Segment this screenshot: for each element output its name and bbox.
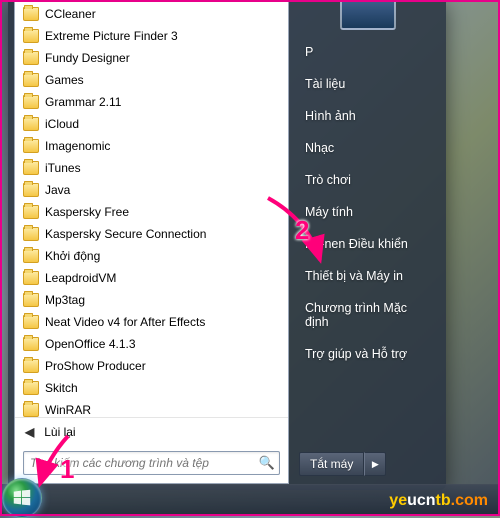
folder-icon xyxy=(23,315,39,329)
folder-icon xyxy=(23,73,39,87)
folder-icon xyxy=(23,7,39,21)
start-menu-right-pane: PTài liệuHình ảnhNhạcTrò chơiMáy tínhPa-… xyxy=(289,0,446,490)
folder-icon xyxy=(23,95,39,109)
program-folder-label: Extreme Picture Finder 3 xyxy=(45,29,178,43)
program-folder-item[interactable]: LeapdroidVM xyxy=(15,267,288,289)
folder-icon xyxy=(23,29,39,43)
program-folder-label: Games xyxy=(45,73,84,87)
program-folder-label: Java xyxy=(45,183,70,197)
right-pane-link[interactable]: Trò chơi xyxy=(295,164,440,196)
program-folder-item[interactable]: Extreme Picture Finder 3 xyxy=(15,25,288,47)
program-folder-item[interactable]: iCloud xyxy=(15,113,288,135)
right-pane-link[interactable]: Chương trình Mặc định xyxy=(295,292,440,338)
folder-icon xyxy=(23,293,39,307)
folder-icon xyxy=(23,117,39,131)
program-folder-label: Khởi động xyxy=(45,249,100,263)
program-folder-label: Mp3tag xyxy=(45,293,85,307)
folder-icon xyxy=(23,51,39,65)
search-input[interactable] xyxy=(30,456,259,470)
right-pane-link[interactable]: Tài liệu xyxy=(295,68,440,100)
watermark: yeucntb.com xyxy=(389,492,488,510)
right-pane-link[interactable]: Nhạc xyxy=(295,132,440,164)
program-folder-label: iCloud xyxy=(45,117,79,131)
back-button[interactable]: ◀ Lùi lại xyxy=(15,417,288,445)
right-pane-link[interactable]: Thiết bị và Máy in xyxy=(295,260,440,292)
folder-icon xyxy=(23,359,39,373)
shutdown-row: Tắt máy ▶ xyxy=(289,444,446,486)
program-folder-item[interactable]: iTunes xyxy=(15,157,288,179)
program-folder-item[interactable]: Games xyxy=(15,69,288,91)
folder-icon xyxy=(23,161,39,175)
program-folder-label: Grammar 2.11 xyxy=(45,95,121,109)
folder-icon xyxy=(23,271,39,285)
program-folder-item[interactable]: WinRAR xyxy=(15,399,288,417)
program-folder-label: CCleaner xyxy=(45,7,96,21)
program-folder-item[interactable]: Kaspersky Free xyxy=(15,201,288,223)
right-pane-link[interactable]: Hình ảnh xyxy=(295,100,440,132)
back-arrow-icon: ◀ xyxy=(25,425,34,439)
program-folder-item[interactable]: Skitch xyxy=(15,377,288,399)
program-folder-label: Neat Video v4 for After Effects xyxy=(45,315,205,329)
folder-icon xyxy=(23,337,39,351)
user-avatar[interactable] xyxy=(340,0,396,30)
folder-icon xyxy=(23,227,39,241)
right-pane-link[interactable]: P xyxy=(295,36,440,68)
right-pane-link[interactable]: Pa-nen Điều khiển xyxy=(295,228,440,260)
program-folder-label: ProShow Producer xyxy=(45,359,146,373)
program-folder-label: OpenOffice 4.1.3 xyxy=(45,337,136,351)
all-programs-list[interactable]: CCleaner Extreme Picture Finder 3 Fundy De… xyxy=(15,1,288,417)
search-icon[interactable]: 🔍 xyxy=(259,455,275,471)
folder-icon xyxy=(23,205,39,219)
right-pane-link[interactable]: Máy tính xyxy=(295,196,440,228)
program-folder-item[interactable]: Grammar 2.11 xyxy=(15,91,288,113)
program-folder-item[interactable]: CCleaner xyxy=(15,3,288,25)
folder-icon xyxy=(23,139,39,153)
program-folder-label: iTunes xyxy=(45,161,81,175)
program-folder-item[interactable]: Java xyxy=(15,179,288,201)
program-folder-label: Kaspersky Free xyxy=(45,205,129,219)
program-folder-item[interactable]: Imagenomic xyxy=(15,135,288,157)
start-menu-left-pane: CCleaner Extreme Picture Finder 3 Fundy De… xyxy=(14,0,289,484)
back-label: Lùi lại xyxy=(44,425,75,439)
folder-icon xyxy=(23,403,39,417)
program-folder-label: Fundy Designer xyxy=(45,51,130,65)
program-folder-label: Skitch xyxy=(45,381,78,395)
program-folder-item[interactable]: Khởi động xyxy=(15,245,288,267)
windows-logo-icon xyxy=(11,487,33,509)
shutdown-options-button[interactable]: ▶ xyxy=(364,452,386,476)
program-folder-item[interactable]: Kaspersky Secure Connection xyxy=(15,223,288,245)
right-pane-link[interactable]: Trợ giúp và Hỗ trợ xyxy=(295,338,440,370)
program-folder-item[interactable]: Mp3tag xyxy=(15,289,288,311)
folder-icon xyxy=(23,183,39,197)
right-links-list: PTài liệuHình ảnhNhạcTrò chơiMáy tínhPa-… xyxy=(289,36,446,444)
shutdown-button[interactable]: Tắt máy xyxy=(299,452,364,476)
program-folder-item[interactable]: ProShow Producer xyxy=(15,355,288,377)
search-container: 🔍 xyxy=(15,445,288,483)
folder-icon xyxy=(23,249,39,263)
start-menu: CCleaner Extreme Picture Finder 3 Fundy De… xyxy=(8,0,446,490)
program-folder-item[interactable]: Fundy Designer xyxy=(15,47,288,69)
program-folder-item[interactable]: OpenOffice 4.1.3 xyxy=(15,333,288,355)
program-folder-item[interactable]: Neat Video v4 for After Effects xyxy=(15,311,288,333)
folder-icon xyxy=(23,381,39,395)
start-button[interactable] xyxy=(2,478,42,518)
search-box[interactable]: 🔍 xyxy=(23,451,280,475)
program-folder-label: Kaspersky Secure Connection xyxy=(45,227,206,241)
program-folder-label: Imagenomic xyxy=(45,139,110,153)
program-folder-label: WinRAR xyxy=(45,403,91,417)
program-folder-label: LeapdroidVM xyxy=(45,271,116,285)
